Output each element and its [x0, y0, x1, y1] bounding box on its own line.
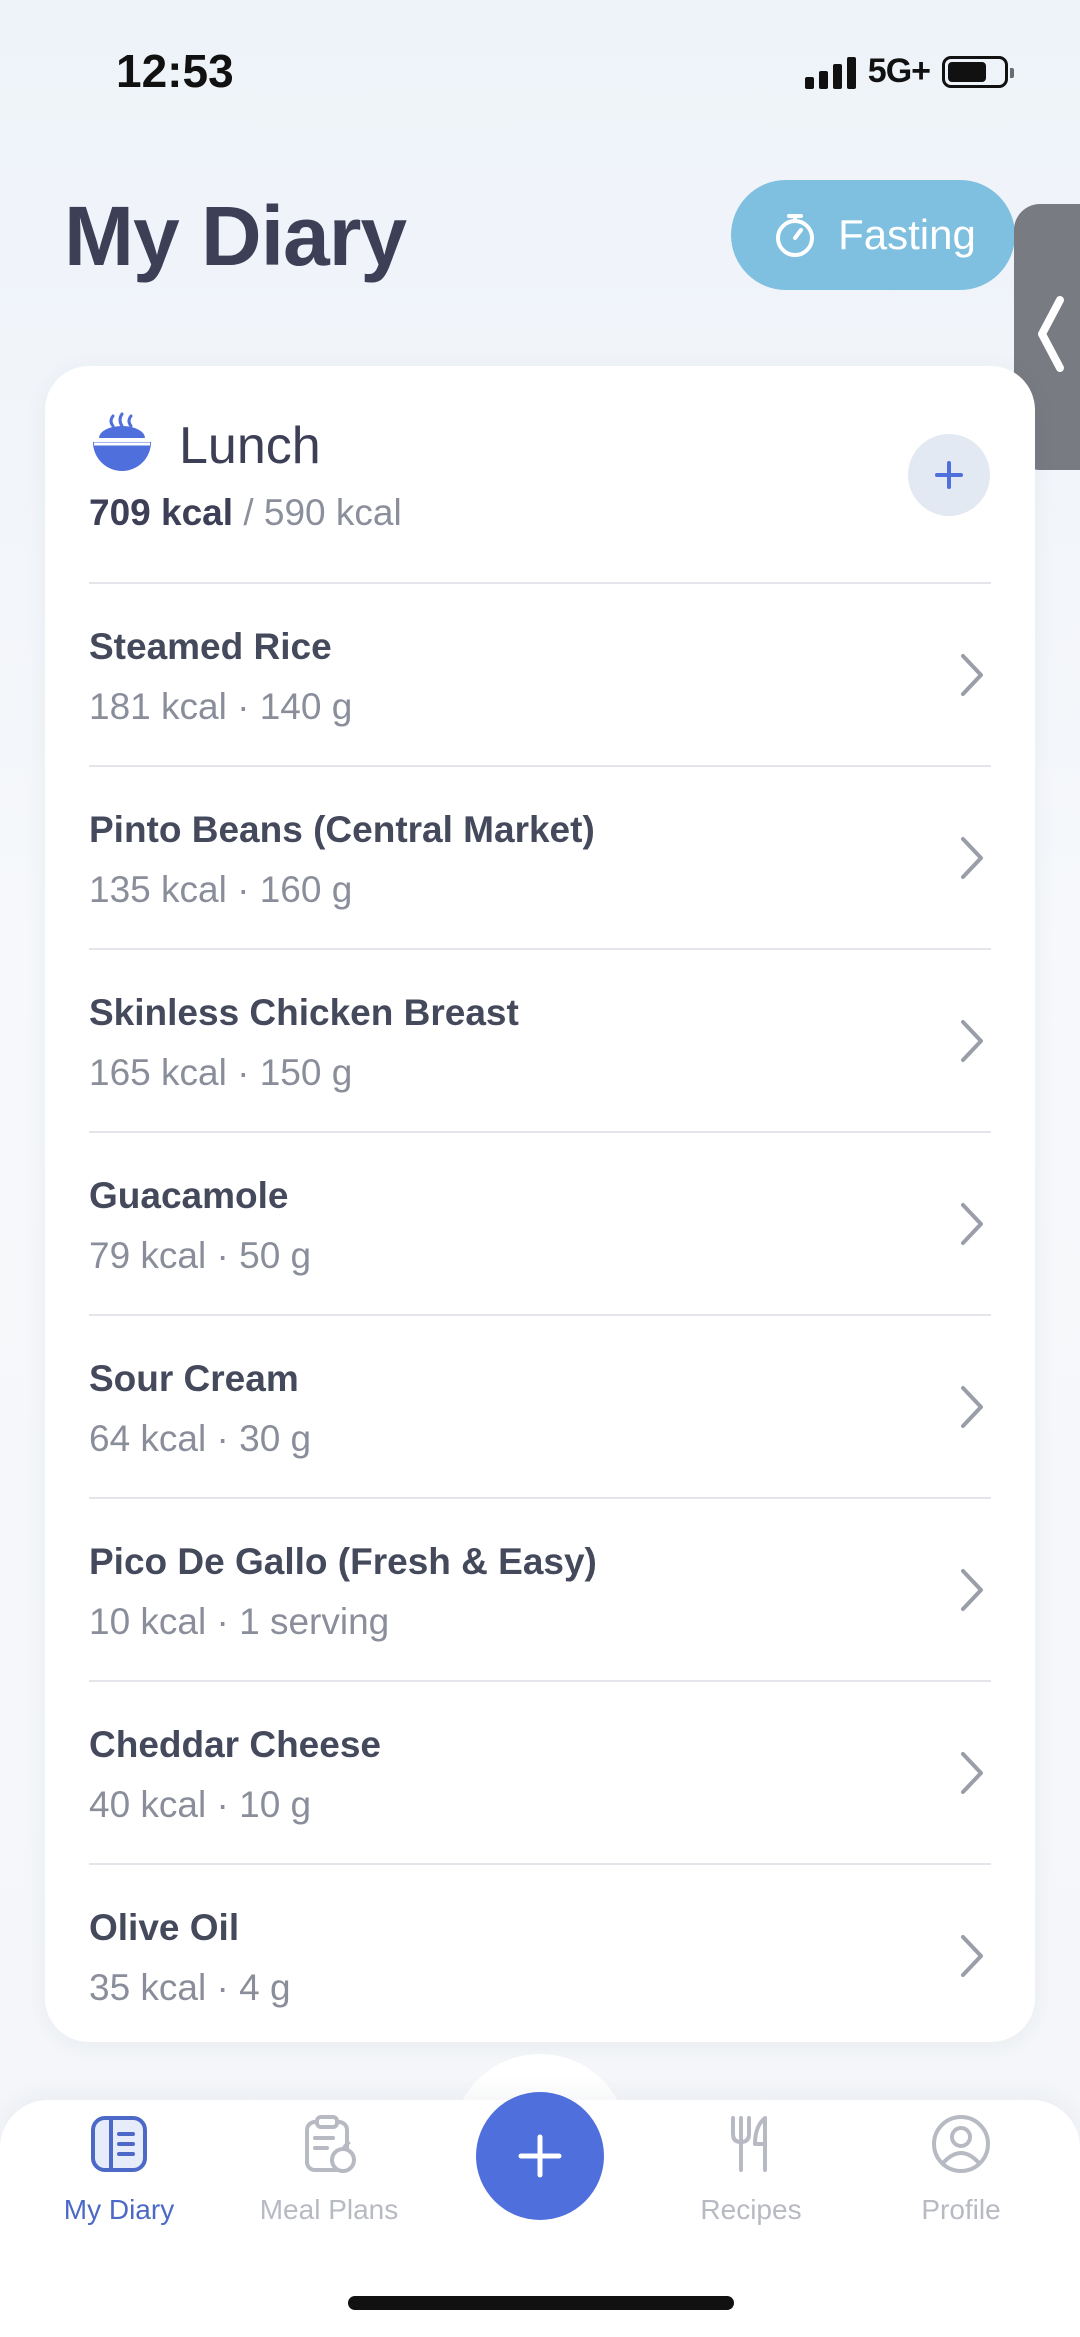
network-type: 5G+ [867, 52, 931, 90]
food-name: Sour Cream [89, 1358, 299, 1399]
home-indicator[interactable] [348, 2296, 734, 2310]
nav-label: Profile [921, 2194, 1001, 2225]
add-food-button[interactable] [908, 434, 990, 516]
food-meta: 10 kcal · 1 serving [89, 1601, 390, 1642]
meal-card: Lunch 709 kcal / 590 kcal Steamed Rice 1… [45, 366, 1035, 2042]
diary-icon [91, 2116, 147, 2172]
food-name: Guacamole [89, 1175, 289, 1216]
chevron-right-icon [961, 1752, 983, 1794]
food-meta: 79 kcal · 50 g [89, 1235, 312, 1276]
chevron-right-icon [961, 837, 983, 879]
meal-title: Lunch [179, 417, 321, 475]
meal-calories: 709 kcal / 590 kcal [89, 492, 402, 534]
battery-icon [942, 55, 1014, 88]
fasting-button[interactable]: Fasting [731, 180, 1015, 290]
food-name: Steamed Rice [89, 626, 332, 667]
food-item[interactable]: Skinless Chicken Breast 165 kcal · 150 g [89, 948, 991, 1131]
profile-icon [932, 2115, 990, 2173]
food-meta: 165 kcal · 150 g [89, 1052, 353, 1093]
nav-label: My Diary [63, 2194, 175, 2225]
nav-meal-plans[interactable]: Meal Plans [229, 2112, 429, 2226]
food-meta: 135 kcal · 160 g [89, 869, 353, 910]
chevron-left-icon [1038, 296, 1064, 372]
food-name: Cheddar Cheese [89, 1724, 381, 1765]
plus-icon [518, 2134, 562, 2178]
signal-icon [804, 55, 856, 89]
status-time: 12:53 [116, 45, 234, 97]
food-meta: 35 kcal · 4 g [89, 1967, 291, 2008]
chevron-right-icon [961, 654, 983, 696]
food-item[interactable]: Olive Oil 35 kcal · 4 g [89, 1863, 991, 2046]
clipboard-apple-icon [305, 2115, 356, 2173]
bowl-icon [93, 412, 151, 471]
food-item[interactable]: Sour Cream 64 kcal · 30 g [89, 1314, 991, 1497]
food-item[interactable]: Steamed Rice 181 kcal · 140 g [89, 582, 991, 765]
add-entry-fab[interactable] [476, 2092, 604, 2220]
food-name: Pinto Beans (Central Market) [89, 809, 595, 850]
fork-knife-icon [731, 2116, 767, 2172]
stopwatch-icon [776, 214, 815, 257]
food-item[interactable]: Pinto Beans (Central Market) 135 kcal · … [89, 765, 991, 948]
food-item[interactable]: Cheddar Cheese 40 kcal · 10 g [89, 1680, 991, 1863]
page-title: My Diary [64, 189, 407, 283]
app-screen: 12:53 5G+ My Diary Fasting Lunch 709 kca… [0, 0, 1080, 2337]
chevron-right-icon [961, 1935, 983, 1977]
chevron-right-icon [961, 1569, 983, 1611]
nav-profile[interactable]: Profile [861, 2112, 1061, 2226]
status-indicators: 5G+ [804, 52, 1014, 91]
food-name: Olive Oil [89, 1907, 240, 1948]
meal-kcal-goal: / 590 kcal [243, 492, 402, 533]
food-item[interactable]: Guacamole 79 kcal · 50 g [89, 1131, 991, 1314]
chevron-right-icon [961, 1020, 983, 1062]
nav-label: Meal Plans [259, 2194, 399, 2225]
nav-label: Recipes [700, 2194, 802, 2225]
nav-my-diary[interactable]: My Diary [19, 2112, 219, 2226]
chevron-right-icon [961, 1386, 983, 1428]
chevron-right-icon [961, 1203, 983, 1245]
fasting-label: Fasting [838, 211, 976, 258]
food-meta: 181 kcal · 140 g [89, 686, 353, 727]
food-meta: 64 kcal · 30 g [89, 1418, 312, 1459]
food-meta: 40 kcal · 10 g [89, 1784, 312, 1825]
plus-icon [935, 461, 963, 489]
food-item[interactable]: Pico De Gallo (Fresh & Easy) 10 kcal · 1… [89, 1497, 991, 1680]
food-name: Pico De Gallo (Fresh & Easy) [89, 1541, 597, 1582]
food-list: Steamed Rice 181 kcal · 140 g Pinto Bean… [89, 582, 991, 2046]
nav-recipes[interactable]: Recipes [651, 2112, 851, 2226]
meal-kcal-consumed: 709 kcal [89, 492, 234, 533]
food-name: Skinless Chicken Breast [89, 992, 519, 1033]
